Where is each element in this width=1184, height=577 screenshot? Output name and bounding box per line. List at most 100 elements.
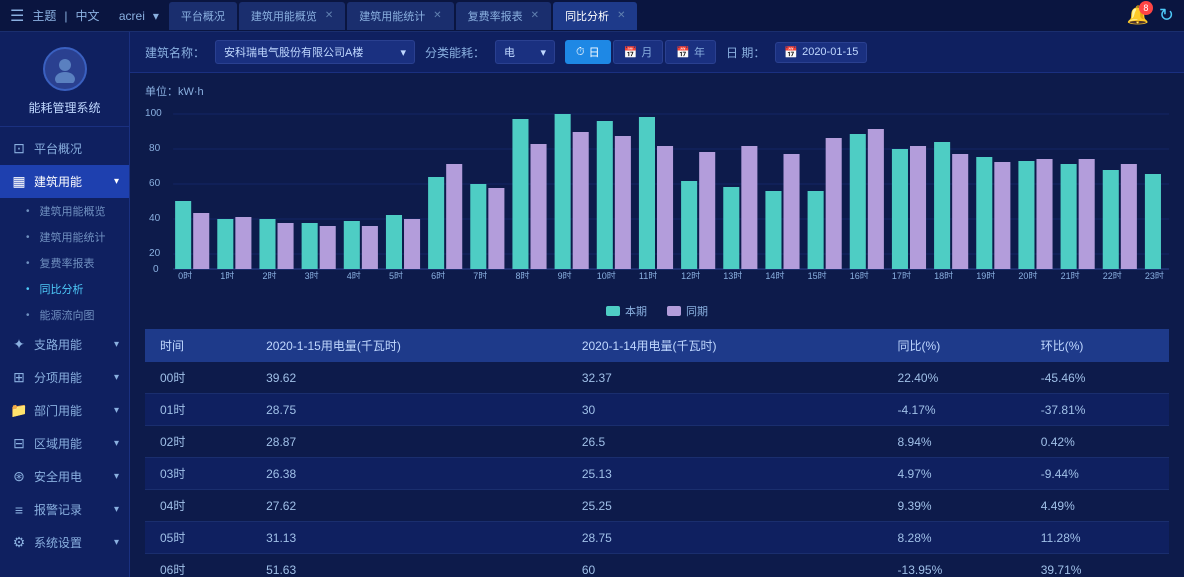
settings-icon: ⚙ bbox=[10, 534, 28, 551]
building-icon: ▦ bbox=[10, 173, 28, 190]
cell-current: 51.63 bbox=[251, 554, 567, 577]
th-time: 时间 bbox=[145, 329, 251, 362]
sidebar-item-building[interactable]: ▦ 建筑用能 ▾ bbox=[0, 165, 129, 198]
chart-legend: 本期 同期 bbox=[145, 303, 1169, 319]
tab-tariff-close[interactable]: ✕ bbox=[531, 10, 539, 21]
filter-bar: 建筑名称： 安科瑞电气股份有限公司A楼 ▾ 分类能耗： 电 ▾ ⏱ 日 📅 月 bbox=[130, 32, 1184, 73]
avatar bbox=[43, 47, 87, 91]
sidebar-item-branch[interactable]: ✦ 支路用能 ▾ bbox=[0, 328, 129, 361]
building-select-value: 安科瑞电气股份有限公司A楼 bbox=[224, 44, 363, 60]
sidebar-sub-building-stats[interactable]: 建筑用能统计 bbox=[16, 224, 129, 250]
user-label bbox=[108, 9, 111, 23]
table-row: 05时 31.13 28.75 8.28% 11.28% bbox=[145, 522, 1169, 554]
y-label-0: 0 bbox=[153, 264, 159, 275]
time-btn-year[interactable]: 📅 年 bbox=[665, 40, 716, 64]
table-row: 02时 28.87 26.5 8.94% 0.42% bbox=[145, 426, 1169, 458]
sidebar-item-platform[interactable]: ⊡ 平台概况 bbox=[0, 132, 129, 165]
bar-prev-16 bbox=[868, 129, 884, 269]
chart-container: 100 80 60 40 20 0 bbox=[145, 104, 1169, 299]
building-select[interactable]: 安科瑞电气股份有限公司A楼 ▾ bbox=[215, 40, 415, 64]
category-select[interactable]: 电 ▾ bbox=[495, 40, 555, 64]
cell-mom: 4.49% bbox=[1026, 490, 1169, 522]
tab-building-overview-close[interactable]: ✕ bbox=[325, 10, 333, 21]
cell-yoy: 22.40% bbox=[883, 362, 1026, 394]
bar-current-15 bbox=[808, 191, 824, 269]
bar-current-5 bbox=[386, 215, 402, 269]
sidebar-menu: ⊡ 平台概况 ▦ 建筑用能 ▾ 建筑用能概览 建筑用能统计 复费率报表 bbox=[0, 127, 129, 577]
x-label-14: 14时 bbox=[765, 270, 784, 279]
tab-platform-overview[interactable]: 平台概况 bbox=[169, 2, 237, 30]
tab-yoy-close[interactable]: ✕ bbox=[617, 10, 625, 21]
cell-yoy: 8.94% bbox=[883, 426, 1026, 458]
cell-current: 31.13 bbox=[251, 522, 567, 554]
tab-building-stats[interactable]: 建筑用能统计 ✕ bbox=[347, 2, 453, 30]
sidebar-item-alarm[interactable]: ≡ 报警记录 ▾ bbox=[0, 493, 129, 526]
sidebar-item-subitem[interactable]: ⊞ 分项用能 ▾ bbox=[0, 361, 129, 394]
table-row: 06时 51.63 60 -13.95% 39.71% bbox=[145, 554, 1169, 577]
sidebar-sub-building-overview[interactable]: 建筑用能概览 bbox=[16, 198, 129, 224]
sidebar-region-label: 区域用能 bbox=[34, 435, 82, 452]
bar-prev-1 bbox=[235, 217, 251, 269]
table-body: 00时 39.62 32.37 22.40% -45.46% 01时 28.75… bbox=[145, 362, 1169, 577]
sidebar-alarm-label: 报警记录 bbox=[34, 501, 82, 518]
building-arrow-icon: ▾ bbox=[114, 176, 119, 187]
x-label-13: 13时 bbox=[723, 270, 742, 279]
tab-yoy-analysis[interactable]: 同比分析 ✕ bbox=[553, 2, 637, 30]
cell-prev: 28.75 bbox=[567, 522, 883, 554]
bar-current-8 bbox=[512, 119, 528, 269]
user-arrow: ▾ bbox=[153, 9, 159, 23]
sidebar-item-region[interactable]: ⊟ 区域用能 ▾ bbox=[0, 427, 129, 460]
time-btn-year-label: 年 bbox=[694, 44, 705, 60]
sub-yoy-label: 同比分析 bbox=[40, 281, 84, 297]
building-filter-label: 建筑名称： bbox=[145, 44, 205, 61]
time-buttons: ⏱ 日 📅 月 📅 年 bbox=[565, 40, 716, 64]
refresh-icon[interactable]: ↻ bbox=[1159, 5, 1174, 26]
x-label-19: 19时 bbox=[976, 270, 995, 279]
tab-building-overview[interactable]: 建筑用能概览 ✕ bbox=[239, 2, 345, 30]
cell-yoy: 9.39% bbox=[883, 490, 1026, 522]
tab-tariff-report[interactable]: 复费率报表 ✕ bbox=[456, 2, 551, 30]
bar-prev-0 bbox=[193, 213, 209, 269]
x-label-9: 9时 bbox=[558, 270, 572, 279]
sidebar-item-settings[interactable]: ⚙ 系统设置 ▾ bbox=[0, 526, 129, 559]
user-name[interactable]: acrei bbox=[119, 9, 145, 23]
sidebar-sub-tariff[interactable]: 复费率报表 bbox=[16, 250, 129, 276]
sidebar-dept-label: 部门用能 bbox=[34, 402, 82, 419]
bar-prev-13 bbox=[741, 146, 757, 269]
table-section: 时间 2020-1-15用电量(千瓦时) 2020-1-14用电量(千瓦时) 同… bbox=[130, 329, 1184, 577]
bar-prev-11 bbox=[657, 146, 673, 269]
bar-prev-17 bbox=[910, 146, 926, 269]
cell-prev: 25.13 bbox=[567, 458, 883, 490]
sidebar-item-dept[interactable]: 📁 部门用能 ▾ bbox=[0, 394, 129, 427]
sidebar-item-safety[interactable]: ⊛ 安全用电 ▾ bbox=[0, 460, 129, 493]
settings-arrow-icon: ▾ bbox=[114, 537, 119, 548]
th-yoy: 同比(%) bbox=[883, 329, 1026, 362]
x-label-1: 1时 bbox=[220, 270, 234, 279]
time-btn-month[interactable]: 📅 月 bbox=[613, 40, 664, 64]
content-area: 建筑名称： 安科瑞电气股份有限公司A楼 ▾ 分类能耗： 电 ▾ ⏱ 日 📅 月 bbox=[130, 32, 1184, 577]
x-label-16: 16时 bbox=[850, 270, 869, 279]
lang-label[interactable]: 中文 bbox=[75, 7, 99, 24]
region-icon: ⊟ bbox=[10, 435, 28, 452]
tab-building-stats-close[interactable]: ✕ bbox=[433, 10, 441, 21]
alarm-icon: ≡ bbox=[10, 502, 28, 518]
sidebar-sub-energy-flow[interactable]: 能源流向图 bbox=[16, 302, 129, 328]
tab-platform-label: 平台概况 bbox=[181, 8, 225, 24]
x-label-17: 17时 bbox=[892, 270, 911, 279]
hamburger-icon[interactable]: ☰ bbox=[10, 6, 24, 26]
sidebar-sub-yoy[interactable]: 同比分析 bbox=[16, 276, 129, 302]
date-picker[interactable]: 📅 2020-01-15 bbox=[775, 42, 867, 63]
x-label-6: 6时 bbox=[431, 270, 445, 279]
cell-time: 02时 bbox=[145, 426, 251, 458]
cell-time: 01时 bbox=[145, 394, 251, 426]
time-btn-day[interactable]: ⏱ 日 bbox=[565, 40, 611, 64]
bar-current-17 bbox=[892, 149, 908, 269]
table-row: 04时 27.62 25.25 9.39% 4.49% bbox=[145, 490, 1169, 522]
x-label-15: 15时 bbox=[808, 270, 827, 279]
bar-prev-15 bbox=[826, 138, 842, 269]
cell-mom: -9.44% bbox=[1026, 458, 1169, 490]
th-prev: 2020-1-14用电量(千瓦时) bbox=[567, 329, 883, 362]
time-btn-day-label: 日 bbox=[589, 44, 600, 60]
bar-current-10 bbox=[597, 121, 613, 269]
notification-bell[interactable]: 🔔 8 bbox=[1126, 5, 1148, 26]
